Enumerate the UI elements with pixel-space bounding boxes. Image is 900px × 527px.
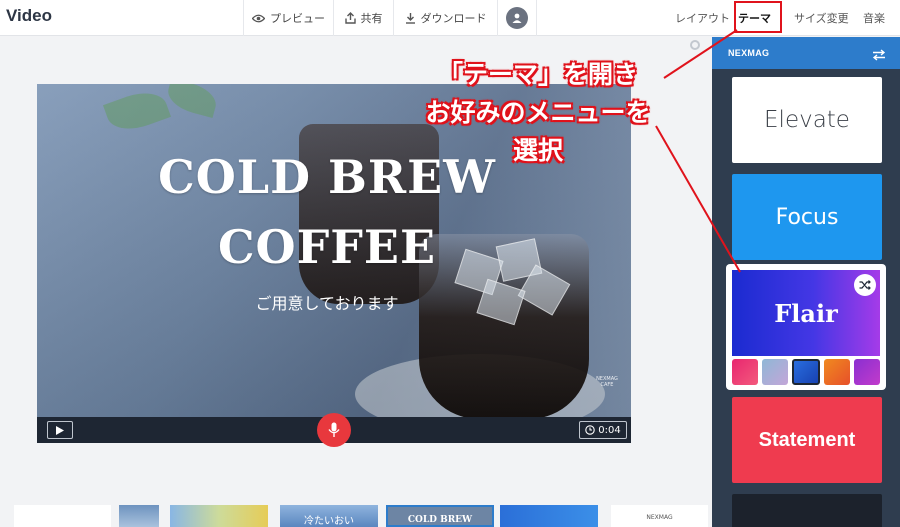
play-button[interactable]: [47, 421, 73, 439]
annotation-line1: 「テーマ」を開き: [437, 60, 638, 89]
thumbnail-text: NEXMAG: [646, 514, 673, 521]
zoom-icon[interactable]: [690, 40, 700, 50]
palette-swatch-blue-selected[interactable]: [792, 359, 820, 385]
theme-card-next[interactable]: [732, 494, 882, 527]
swap-icon[interactable]: [872, 46, 886, 65]
slide-thumbnail[interactable]: 冷たいおい: [280, 505, 378, 527]
thumbnail-text: COLD BREW: [407, 515, 473, 525]
theme-tab-highlight: [734, 1, 782, 33]
slide-thumbnail[interactable]: [500, 505, 598, 527]
preview-button[interactable]: プレビュー: [243, 0, 333, 36]
palette-swatch-pink[interactable]: [732, 359, 758, 385]
palette-swatch-orange[interactable]: [824, 359, 850, 385]
record-voice-button[interactable]: [317, 413, 351, 447]
theme-card-focus[interactable]: Focus: [732, 174, 882, 260]
tab-layout[interactable]: レイアウト: [675, 0, 730, 36]
annotation-line2: お好みのメニューを選択: [425, 98, 651, 165]
share-icon: [344, 12, 356, 24]
theme-panel: NEXMAG Elevate Focus Flair Statement: [712, 37, 900, 527]
clock-icon: [585, 425, 596, 435]
slide-strip: 冷たいおい COLD BREW NEXMAG: [0, 500, 712, 527]
preview-label: プレビュー: [270, 12, 325, 25]
theme-name: Focus: [775, 204, 839, 230]
slide-thumbnail[interactable]: [119, 505, 159, 527]
slide-thumbnail[interactable]: NEXMAG: [611, 505, 708, 527]
brand-watermark: NEXMAG CAFE: [593, 376, 621, 388]
app-title: Video: [6, 6, 52, 25]
shuffle-icon[interactable]: [854, 274, 876, 296]
duration-indicator[interactable]: 0:04: [579, 421, 627, 439]
theme-name: Flair: [774, 298, 838, 328]
app-window: Video プレビュー 共有 ダウンロード レイアウト テーマ サイズ変更 音楽…: [0, 0, 900, 527]
slide-thumbnail[interactable]: [170, 505, 268, 527]
slide-subtitle[interactable]: ご用意しております: [97, 290, 557, 314]
brand-name: NEXMAG: [728, 48, 770, 58]
avatar: [506, 7, 528, 29]
slide-headline-line2[interactable]: COFFEE: [97, 220, 557, 274]
color-palette-swatches: [732, 359, 880, 385]
palette-swatch-purple[interactable]: [854, 359, 880, 385]
slide-thumbnail-active[interactable]: COLD BREW: [386, 505, 494, 527]
theme-card-elevate[interactable]: Elevate: [732, 77, 882, 163]
watermark-line2: CAFE: [600, 382, 614, 388]
eye-icon: [252, 14, 265, 23]
theme-card-statement[interactable]: Statement: [732, 397, 882, 483]
theme-panel-header: NEXMAG: [712, 37, 900, 69]
palette-swatch-pastel[interactable]: [762, 359, 788, 385]
download-icon: [405, 12, 416, 24]
account-button[interactable]: [497, 0, 537, 36]
microphone-icon: [328, 422, 340, 437]
tab-music[interactable]: 音楽: [863, 0, 885, 36]
thumbnail-text: 冷たいおい: [304, 516, 354, 527]
theme-card-flair[interactable]: Flair: [732, 270, 880, 356]
download-button[interactable]: ダウンロード: [393, 0, 497, 36]
share-label: 共有: [360, 12, 383, 25]
theme-name: Elevate: [764, 107, 850, 133]
player-bar: 0:04: [37, 413, 631, 447]
download-label: ダウンロード: [420, 12, 487, 25]
duration-text: 0:04: [598, 424, 621, 436]
share-button[interactable]: 共有: [333, 0, 393, 36]
tab-resize[interactable]: サイズ変更: [794, 0, 849, 36]
theme-name: Statement: [758, 428, 856, 451]
user-add-icon: [512, 13, 522, 23]
annotation-callout: 「テーマ」を開き お好みのメニューを選択: [420, 56, 656, 170]
play-icon: [56, 425, 64, 435]
theme-card-flair-selected[interactable]: Flair: [726, 264, 886, 390]
slide-thumbnail[interactable]: [14, 505, 111, 527]
